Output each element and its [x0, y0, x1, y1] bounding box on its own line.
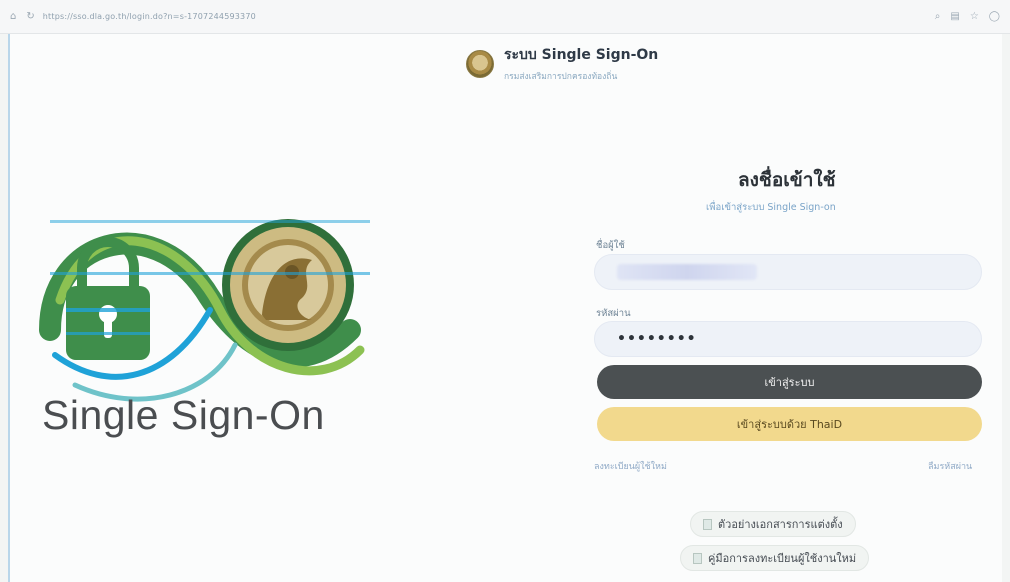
- address-bar[interactable]: https://sso.dla.go.th/login.do?n=s-17072…: [43, 12, 935, 21]
- appointment-sample-link[interactable]: ตัวอย่างเอกสารการแต่งตั้ง: [690, 511, 856, 537]
- password-field[interactable]: ••••••••: [594, 321, 982, 357]
- register-link[interactable]: ลงทะเบียนผู้ใช้ใหม่: [594, 459, 667, 473]
- department-emblem: [222, 219, 354, 351]
- username-label: ชื่อผู้ใช้: [596, 240, 625, 251]
- favorite-icon[interactable]: ☆: [970, 11, 979, 22]
- padlock-icon: [66, 237, 150, 360]
- registration-manual-label: คู่มือการลงทะเบียนผู้ใช้งานใหม่: [708, 552, 857, 565]
- thaid-login-button[interactable]: เข้าสู่ระบบด้วย ThaiD: [597, 407, 982, 441]
- brand-title: ระบบ Single Sign-On: [504, 47, 659, 63]
- username-field[interactable]: [594, 254, 982, 290]
- username-value-redacted: [617, 264, 757, 280]
- department-seal-icon: [466, 49, 494, 78]
- registration-manual-link[interactable]: คู่มือการลงทะเบียนผู้ใช้งานใหม่: [680, 545, 870, 571]
- browser-toolbar: ⌂ ↻ https://sso.dla.go.th/login.do?n=s-1…: [0, 0, 1010, 34]
- browser-nav: ⌂ ↻: [10, 11, 35, 22]
- reader-icon[interactable]: ▤: [950, 11, 959, 22]
- login-button[interactable]: เข้าสู่ระบบ: [597, 365, 982, 399]
- refresh-icon[interactable]: ↻: [26, 11, 34, 22]
- appointment-sample-label: ตัวอย่างเอกสารการแต่งตั้ง: [718, 518, 843, 531]
- document-icon: [693, 552, 702, 564]
- home-icon[interactable]: ⌂: [10, 11, 16, 22]
- brand-header: ระบบ Single Sign-On กรมส่งเสริมการปกครอง…: [466, 44, 658, 83]
- form-title: ลงชื่อเข้าใช้: [738, 169, 836, 191]
- document-icon: [703, 518, 712, 530]
- profile-icon[interactable]: ◯: [989, 11, 1000, 22]
- password-label: รหัสผ่าน: [596, 308, 631, 319]
- search-icon[interactable]: ⌕: [935, 11, 941, 22]
- password-value: ••••••••: [617, 331, 697, 347]
- brand-subtitle: กรมส่งเสริมการปกครองท้องถิ่น: [504, 72, 618, 82]
- browser-actions: ⌕ ▤ ☆ ◯: [935, 11, 1000, 22]
- logo-text: Single Sign-On: [42, 392, 325, 438]
- forgot-password-link[interactable]: ลืมรหัสผ่าน: [928, 459, 972, 473]
- form-subtitle: เพื่อเข้าสู่ระบบ Single Sign-on: [706, 202, 836, 213]
